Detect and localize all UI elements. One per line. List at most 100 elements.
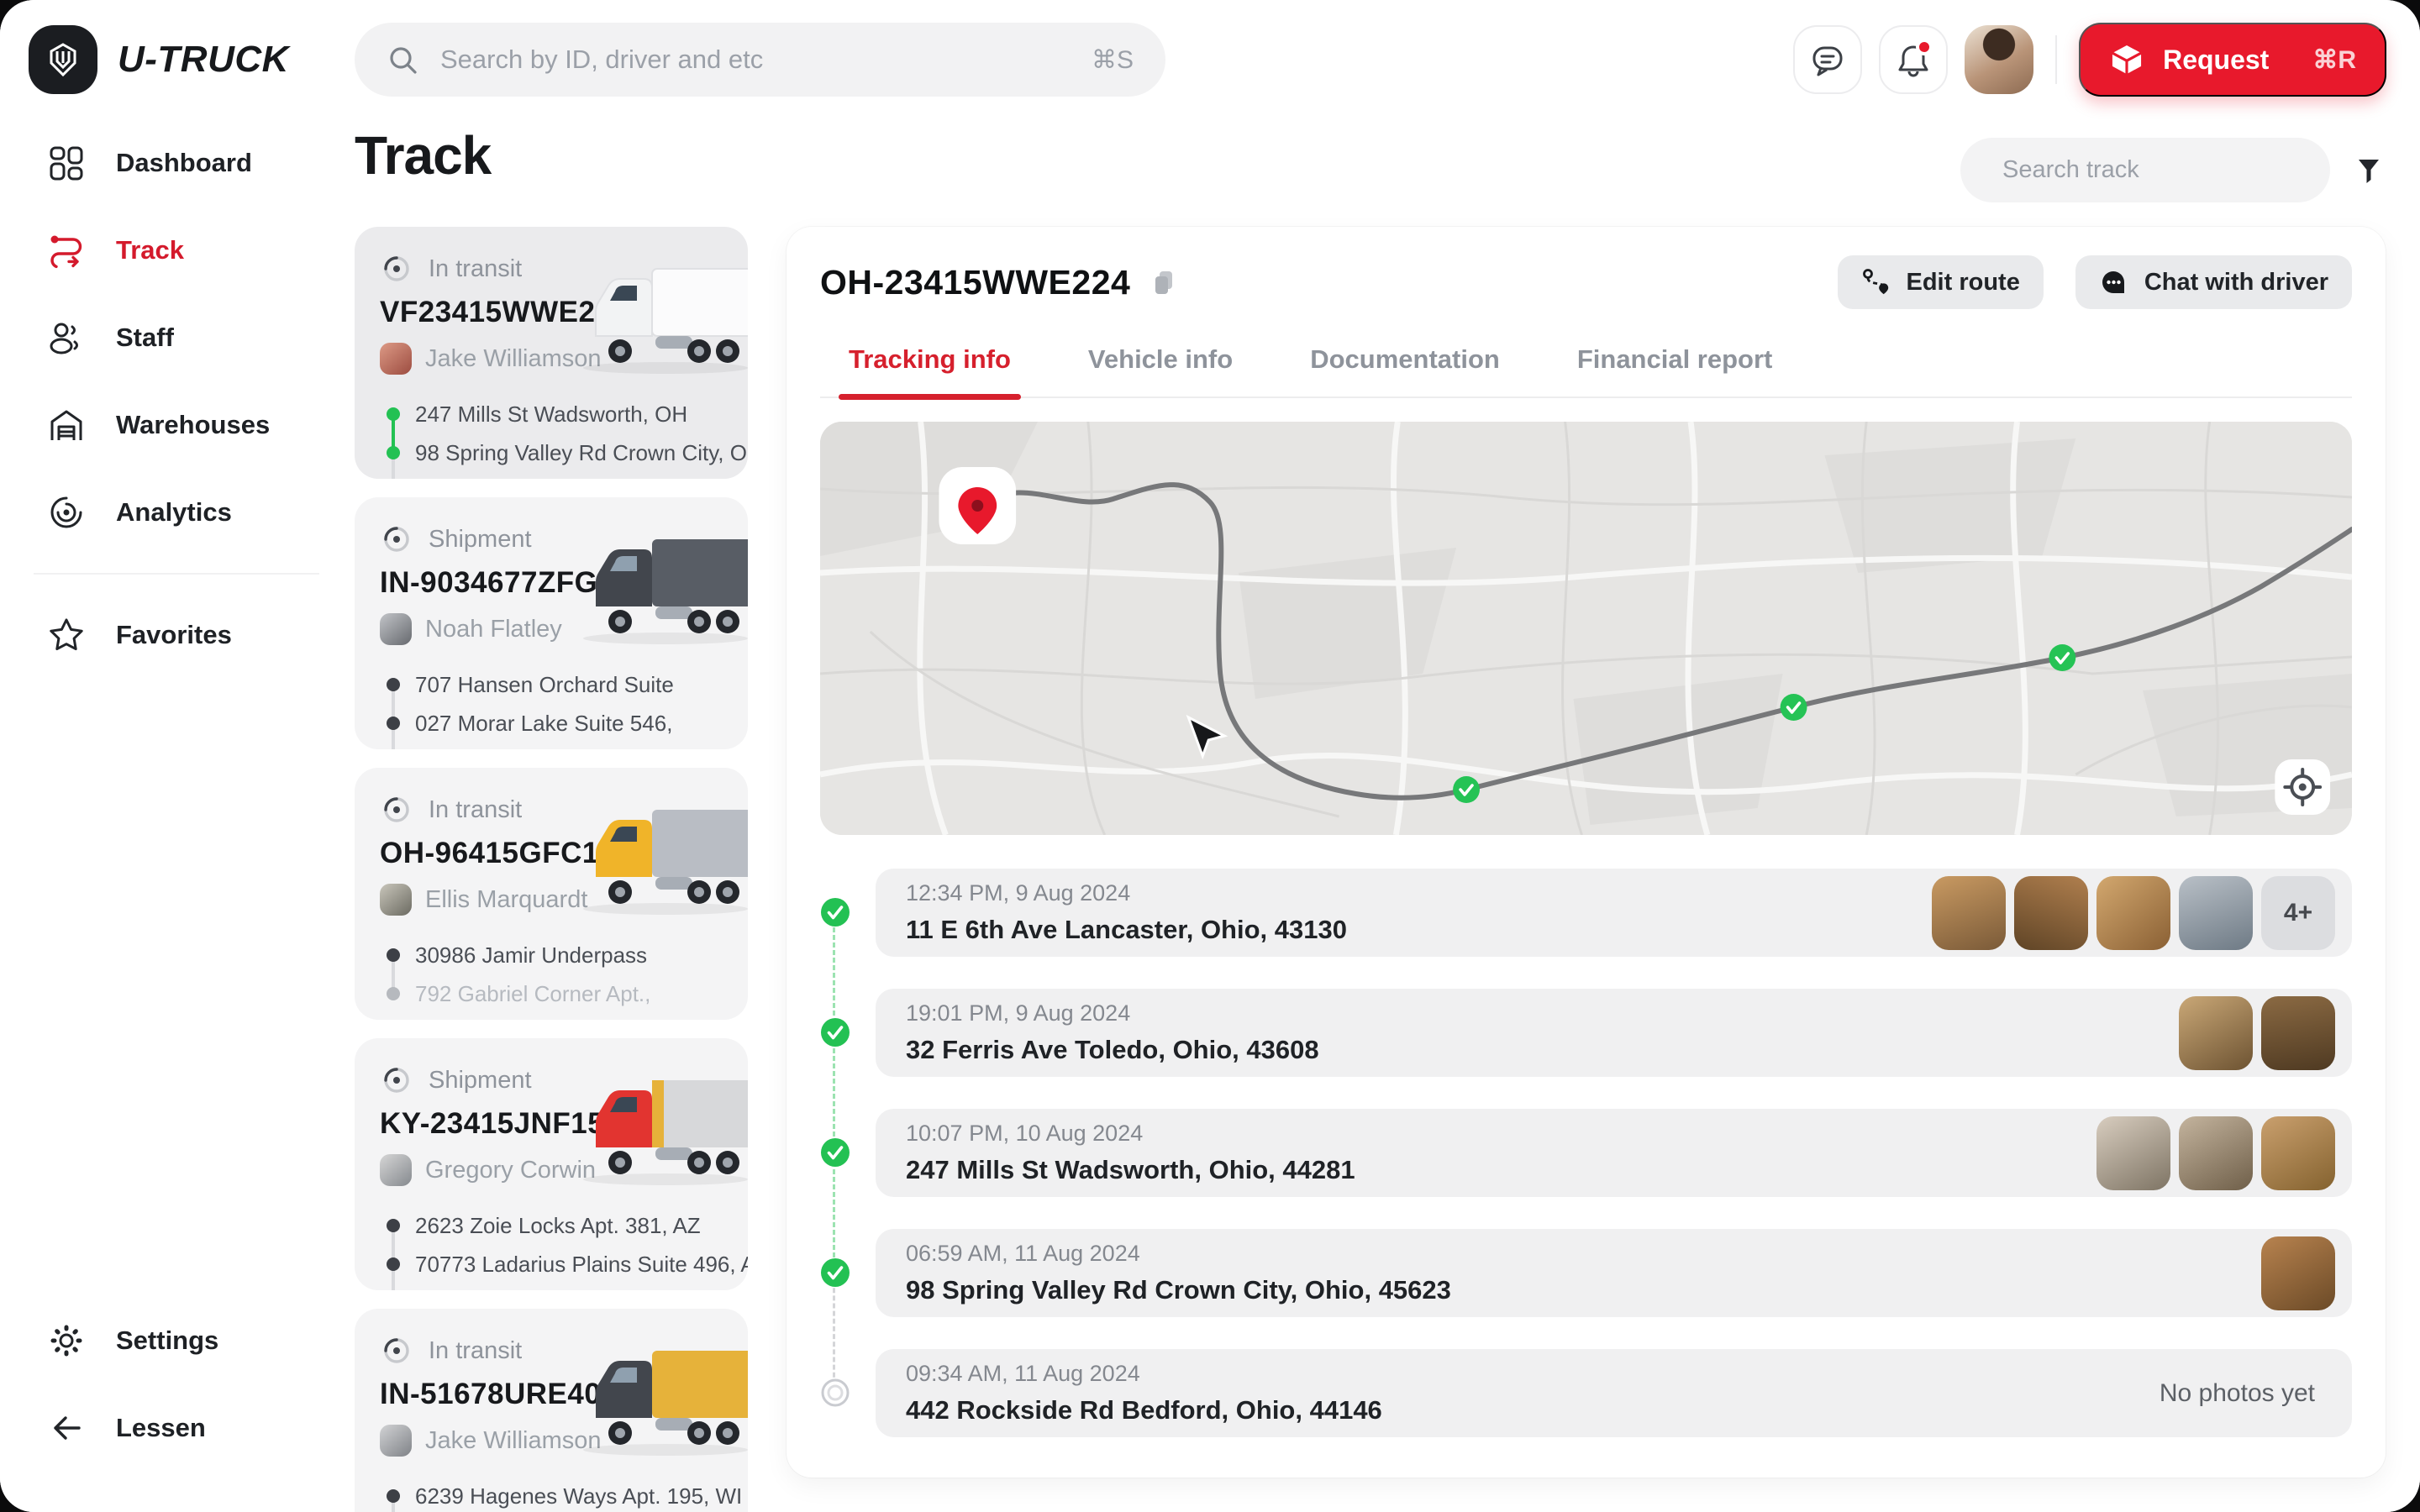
shipment-card[interactable]: Shipment IN-9034677ZFG154 Noah Flatley 7… <box>355 497 748 749</box>
driver-avatar <box>380 1425 412 1457</box>
brand[interactable]: U-TRUCK <box>29 25 289 94</box>
timeline-address: 32 Ferris Ave Toledo, Ohio, 43608 <box>906 1035 1319 1065</box>
status-shipment-icon <box>380 1063 413 1097</box>
star-icon <box>47 616 86 654</box>
shipment-card[interactable]: Shipment KY-23415JNF155 Gregory Corwin 2… <box>355 1038 748 1290</box>
truck-image <box>571 255 748 385</box>
timeline-row[interactable]: 19:01 PM, 9 Aug 2024 32 Ferris Ave Toled… <box>876 989 2352 1077</box>
check-circle-icon <box>820 897 850 927</box>
shipment-status: In transit <box>429 1337 522 1365</box>
shipment-status: Shipment <box>429 526 532 554</box>
sidebar-item-warehouses[interactable]: Warehouses <box>0 381 353 469</box>
no-photos-label: No photos yet <box>2160 1379 2335 1408</box>
timeline-time: 12:34 PM, 9 Aug 2024 <box>906 880 1347 906</box>
stop-address: 792 Gabriel Corner Apt., <box>380 974 748 1013</box>
truck-image <box>571 1067 748 1196</box>
truck-image <box>571 1337 748 1467</box>
stop-photo[interactable] <box>2261 1236 2335 1310</box>
sidebar-item-settings[interactable]: Settings <box>0 1297 353 1384</box>
chat-with-driver-label: Chat with driver <box>2144 269 2328 297</box>
tab-tracking-info[interactable]: Tracking info <box>849 344 1011 396</box>
check-circle-icon <box>820 1017 850 1047</box>
origin-pin <box>939 467 1016 544</box>
locate-button <box>2275 759 2330 815</box>
messages-button[interactable] <box>1793 25 1862 94</box>
track-columns: In transit VF23415WWE224 Jake Williamson… <box>355 227 2386 1512</box>
shipment-card[interactable]: In transit IN-51678URE401 Jake Williamso… <box>355 1309 748 1512</box>
sidebar-collapse[interactable]: Lessen <box>0 1384 353 1472</box>
staff-icon <box>47 318 86 357</box>
page-title: Track <box>355 124 491 186</box>
shipment-card[interactable]: In transit VF23415WWE224 Jake Williamson… <box>355 227 748 479</box>
timeline-row[interactable]: 10:07 PM, 10 Aug 2024 247 Mills St Wadsw… <box>876 1109 2352 1197</box>
check-circle-icon <box>820 1137 850 1168</box>
stop-address: 145 Kuvalis Villages Suite 466, AZ <box>380 1284 748 1290</box>
shipment-list: In transit VF23415WWE224 Jake Williamson… <box>355 227 748 1512</box>
detail-header: OH-23415WWE224 Edit route Chat with driv… <box>820 255 2352 309</box>
detail-tabs: Tracking info Vehicle info Documentation… <box>820 344 2352 398</box>
gear-icon <box>47 1321 86 1360</box>
timeline-row[interactable]: 12:34 PM, 9 Aug 2024 11 E 6th Ave Lancas… <box>876 869 2352 957</box>
more-photos-button[interactable]: 4+ <box>2261 876 2335 950</box>
status-in-transit-icon <box>380 1334 413 1368</box>
topbar: U-TRUCK ⌘S Request ⌘R <box>0 0 2420 119</box>
tab-documentation[interactable]: Documentation <box>1310 344 1500 396</box>
shipment-status: In transit <box>429 255 522 283</box>
timeline-rail <box>833 912 835 1273</box>
page-head: Track <box>355 119 2386 227</box>
chat-with-driver-button[interactable]: Chat with driver <box>2075 255 2352 309</box>
copy-icon <box>1149 267 1179 297</box>
filter-button[interactable] <box>2352 154 2386 187</box>
track-search-area <box>1960 138 2386 202</box>
truck-image <box>571 526 748 655</box>
sidebar-item-staff[interactable]: Staff <box>0 294 353 381</box>
track-search-input[interactable] <box>2002 156 2319 184</box>
stop-photo[interactable] <box>2179 996 2253 1070</box>
timeline-row[interactable]: 09:34 AM, 11 Aug 2024 442 Rockside Rd Be… <box>876 1349 2352 1437</box>
stop-photo[interactable] <box>2179 1116 2253 1190</box>
chat-filled-icon <box>2099 267 2129 297</box>
stop-photo[interactable] <box>2179 876 2253 950</box>
sidebar-item-favorites[interactable]: Favorites <box>0 591 353 679</box>
shipment-status: Shipment <box>429 1067 532 1095</box>
driver-avatar <box>380 613 412 645</box>
copy-id-button[interactable] <box>1149 267 1179 297</box>
timeline-row[interactable]: 06:59 AM, 11 Aug 2024 98 Spring Valley R… <box>876 1229 2352 1317</box>
shipment-card[interactable]: In transit OH-96415GFC145 Ellis Marquard… <box>355 768 748 1020</box>
stop-photo[interactable] <box>2261 996 2335 1070</box>
notifications-button[interactable] <box>1879 25 1948 94</box>
arrow-left-icon <box>47 1409 86 1447</box>
request-button[interactable]: Request ⌘R <box>2079 23 2386 97</box>
analytics-icon <box>47 493 86 532</box>
stop-photo[interactable] <box>1932 876 2006 950</box>
sidebar-item-dashboard[interactable]: Dashboard <box>0 119 353 207</box>
global-search-input[interactable] <box>440 45 1070 75</box>
user-avatar[interactable] <box>1965 25 2033 94</box>
stop-address: 707 Hansen Orchard Suite <box>380 665 748 704</box>
sidebar-collapse-label: Lessen <box>116 1413 206 1443</box>
sidebar-item-label: Warehouses <box>116 410 270 440</box>
stop-address: 6239 Hagenes Ways Apt. 195, WI <box>380 1477 748 1512</box>
request-shortcut: ⌘R <box>2312 45 2356 75</box>
timeline-address: 11 E 6th Ave Lancaster, Ohio, 43130 <box>906 915 1347 945</box>
stop-photo[interactable] <box>2014 876 2088 950</box>
timeline-address: 98 Spring Valley Rd Crown City, Ohio, 45… <box>906 1275 1451 1305</box>
truck-image <box>571 796 748 926</box>
route-map[interactable] <box>820 422 2352 835</box>
shipment-detail-panel: OH-23415WWE224 Edit route Chat with driv… <box>786 227 2386 1478</box>
stop-photo[interactable] <box>2096 876 2170 950</box>
box-icon <box>2109 42 2144 77</box>
sidebar-item-track[interactable]: Track <box>0 207 353 294</box>
driver-name: Noah Flatley <box>425 616 562 643</box>
sidebar-item-analytics[interactable]: Analytics <box>0 469 353 556</box>
stop-photo[interactable] <box>2096 1116 2170 1190</box>
stop-address: 2623 Zoie Locks Apt. 381, AZ <box>380 1206 748 1245</box>
stop-address: 70773 Ladarius Plains Suite 496, AZ <box>380 1245 748 1284</box>
timeline-address: 247 Mills St Wadsworth, Ohio, 44281 <box>906 1155 1355 1185</box>
tab-financial-report[interactable]: Financial report <box>1577 344 1773 396</box>
edit-route-label: Edit route <box>1907 269 2020 297</box>
stop-photo[interactable] <box>2261 1116 2335 1190</box>
stop-address: 7186 Jayde Radial Suite, <box>380 743 748 749</box>
edit-route-button[interactable]: Edit route <box>1838 255 2044 309</box>
tab-vehicle-info[interactable]: Vehicle info <box>1088 344 1233 396</box>
